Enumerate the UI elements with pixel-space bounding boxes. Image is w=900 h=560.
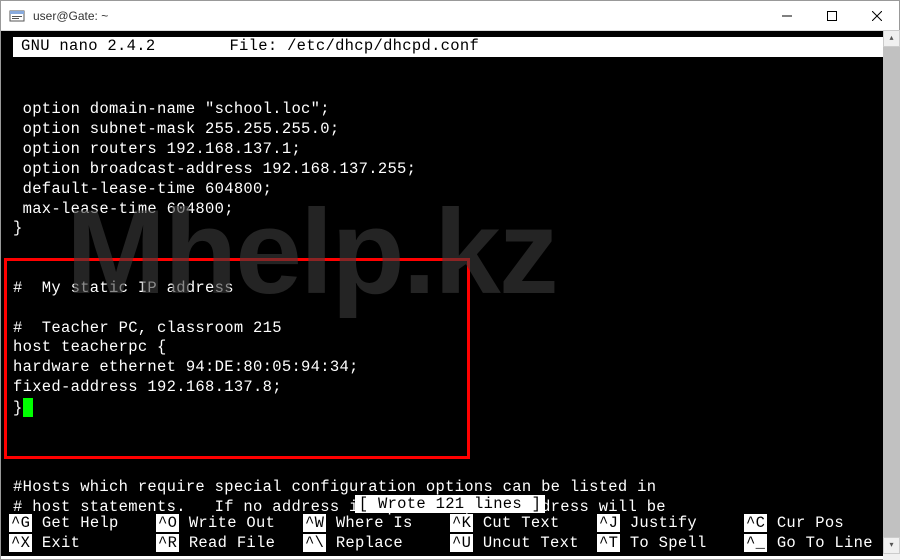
key-cut: ^K (450, 514, 473, 532)
scrollbar[interactable]: ▴ ▾ (883, 30, 900, 560)
footer-row-1: ^G Get Help ^O Write Out ^W Where Is ^K … (9, 514, 891, 534)
code-line: fixed-address 192.168.137.8; (13, 378, 282, 396)
nano-footer: [ Wrote 121 lines ] ^G Get Help ^O Write… (5, 493, 895, 556)
code-line: option broadcast-address 192.168.137.255… (13, 160, 416, 178)
code-line: } (13, 399, 23, 417)
code-line: # My static IP address (13, 279, 234, 297)
code-line: option domain-name "school.loc"; (13, 100, 330, 118)
nano-app-name: GNU nano (21, 37, 98, 55)
code-line: host teacherpc { (13, 338, 167, 356)
terminal[interactable]: GNU nano 2.4.2 File: /etc/dhcp/dhcpd.con… (1, 31, 899, 556)
scroll-down-icon[interactable]: ▾ (883, 537, 900, 554)
key-help: ^G (9, 514, 32, 532)
cursor (23, 398, 33, 417)
editor-content[interactable]: option domain-name "school.loc"; option … (5, 57, 895, 518)
file-path: /etc/dhcp/dhcpd.conf (287, 37, 479, 55)
key-goto: ^_ (744, 534, 767, 552)
window-title: user@Gate: ~ (33, 9, 764, 23)
key-justify: ^J (597, 514, 620, 532)
key-curpos: ^C (744, 514, 767, 532)
key-uncut: ^U (450, 534, 473, 552)
code-line: } (13, 219, 23, 237)
key-readfile: ^R (156, 534, 179, 552)
code-line: option subnet-mask 255.255.255.0; (13, 120, 339, 138)
close-button[interactable] (854, 1, 899, 31)
key-replace: ^\ (303, 534, 326, 552)
code-line: # Teacher PC, classroom 215 (13, 319, 282, 337)
key-exit: ^X (9, 534, 32, 552)
code-line: option routers 192.168.137.1; (13, 140, 301, 158)
code-line: default-lease-time 604800; (13, 180, 272, 198)
minimize-button[interactable] (764, 1, 809, 31)
maximize-button[interactable] (809, 1, 854, 31)
footer-row-2: ^X Exit ^R Read File ^\ Replace ^U Uncut… (9, 534, 891, 554)
app-icon (7, 6, 27, 26)
code-line: max-lease-time 604800; (13, 200, 234, 218)
key-whereis: ^W (303, 514, 326, 532)
nano-version: 2.4.2 (107, 37, 155, 55)
key-spell: ^T (597, 534, 620, 552)
file-label: File: (229, 37, 277, 55)
titlebar: user@Gate: ~ (1, 1, 899, 31)
nano-header: GNU nano 2.4.2 File: /etc/dhcp/dhcpd.con… (13, 37, 887, 57)
code-line: hardware ethernet 94:DE:80:05:94:34; (13, 358, 359, 376)
key-writeout: ^O (156, 514, 179, 532)
status-line: [ Wrote 121 lines ] (9, 495, 891, 515)
scroll-thumb[interactable] (883, 47, 900, 537)
scroll-up-icon[interactable]: ▴ (883, 30, 900, 47)
